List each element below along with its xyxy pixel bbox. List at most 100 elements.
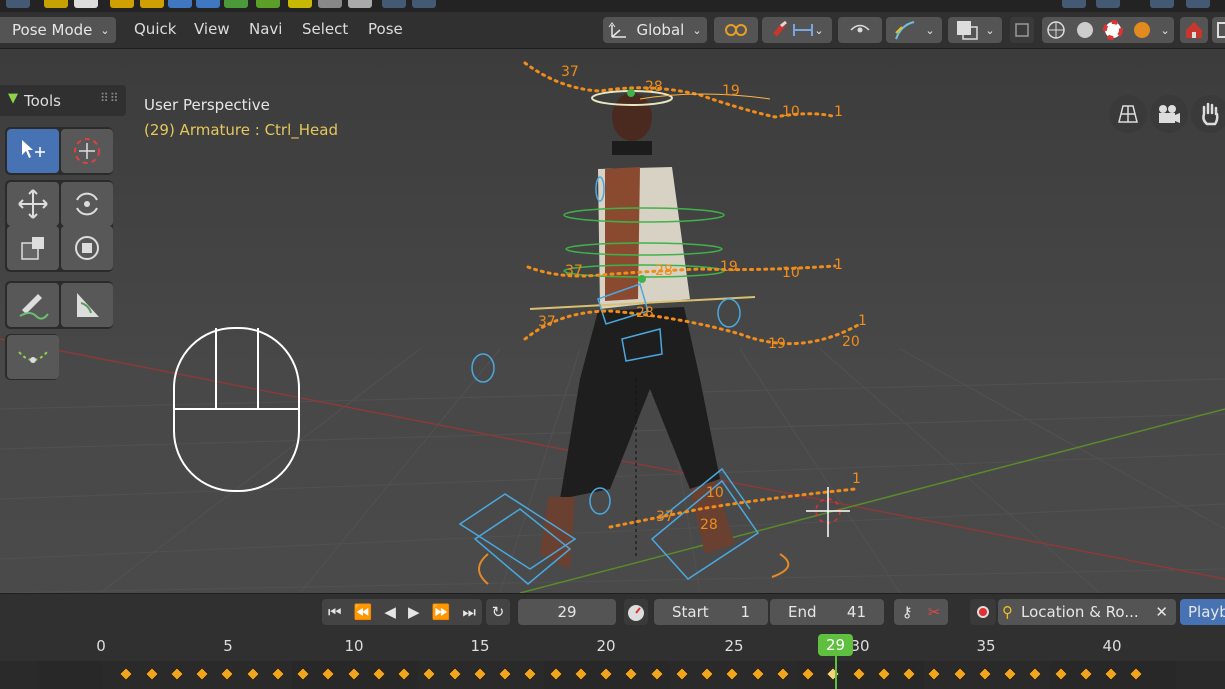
motion-path-label: 19 bbox=[720, 259, 738, 275]
keyframe-diamond[interactable] bbox=[927, 666, 942, 682]
solid-shading-icon[interactable] bbox=[1075, 20, 1095, 40]
menu-navi[interactable]: Navi bbox=[249, 20, 282, 38]
expand-triangle-icon: ▼ bbox=[8, 91, 18, 106]
file-icon[interactable] bbox=[44, 0, 68, 8]
jump-end-icon[interactable]: ⏭ bbox=[462, 603, 476, 621]
window-button[interactable] bbox=[1212, 17, 1225, 43]
save-icon[interactable] bbox=[196, 0, 220, 8]
pan-view-button[interactable] bbox=[1191, 95, 1225, 133]
3d-viewport[interactable]: 37 28 19 10 1 37 28 19 10 1 37 28 19 20 … bbox=[0, 49, 1225, 593]
keyframe-diamond[interactable] bbox=[699, 666, 715, 682]
drag-handle-icon[interactable]: ⠿⠿ bbox=[100, 91, 120, 105]
keyframe-diamond[interactable] bbox=[1028, 666, 1043, 682]
snapping-dropdown[interactable]: ⌄ bbox=[762, 17, 832, 43]
menu-view[interactable]: View bbox=[194, 20, 230, 38]
proportional-editing-dropdown[interactable] bbox=[838, 17, 882, 43]
keyframe-diamond[interactable] bbox=[725, 666, 740, 682]
keying-set-field[interactable]: ⚲ Location & Ro... ✕ bbox=[998, 599, 1176, 625]
insert-keyframe-icon[interactable]: ⚷ bbox=[902, 603, 913, 621]
start-frame-field[interactable]: Start 1 bbox=[654, 599, 768, 625]
overlays-dropdown[interactable]: ⌄ bbox=[948, 17, 1002, 43]
playback-controls: ⏮ ⏪ ◀ ▶ ⏩ ⏭ bbox=[322, 599, 482, 625]
auto-keying-toggle[interactable] bbox=[970, 599, 996, 625]
play-reverse-icon[interactable]: ◀ bbox=[384, 603, 396, 621]
scene-icon[interactable] bbox=[1062, 0, 1086, 8]
keyframe-diamond[interactable] bbox=[194, 666, 210, 682]
image-icon[interactable] bbox=[224, 0, 248, 8]
keyframe-diamond[interactable] bbox=[1002, 666, 1018, 682]
render-icon[interactable] bbox=[256, 0, 280, 8]
keyframe-diamond[interactable] bbox=[750, 666, 765, 682]
menu-pose[interactable]: Pose bbox=[368, 20, 403, 38]
keyframe-diamond[interactable] bbox=[422, 666, 437, 682]
keyframe-diamond[interactable] bbox=[144, 666, 159, 682]
keyframe-diamond[interactable] bbox=[169, 666, 184, 682]
workspace-tab[interactable] bbox=[6, 0, 30, 8]
home-button[interactable] bbox=[1180, 17, 1208, 43]
keyframe-diamond[interactable] bbox=[119, 666, 134, 682]
folder-icon[interactable] bbox=[140, 0, 164, 8]
measure-tool[interactable] bbox=[61, 283, 113, 327]
menu-quick[interactable]: Quick bbox=[134, 20, 176, 38]
camera-view-button[interactable] bbox=[1150, 95, 1188, 133]
chevron-down-icon: ⌄ bbox=[692, 23, 702, 37]
material-shading-icon[interactable] bbox=[1103, 20, 1124, 40]
gizmo-toggle[interactable]: ⌄ bbox=[886, 17, 942, 43]
keyframe-diamond[interactable] bbox=[220, 666, 235, 682]
keyframe-diamond[interactable] bbox=[472, 666, 487, 682]
menu-select[interactable]: Select bbox=[302, 20, 348, 38]
rotate-tool[interactable] bbox=[61, 182, 113, 226]
transform-tool[interactable] bbox=[61, 226, 113, 270]
scale-tool[interactable] bbox=[7, 226, 59, 270]
preview-range-toggle[interactable] bbox=[624, 599, 648, 625]
keyframe-diamond[interactable] bbox=[270, 666, 285, 682]
annotate-tool[interactable] bbox=[7, 283, 59, 327]
window-icon[interactable] bbox=[1186, 0, 1210, 8]
cursor-tool[interactable] bbox=[61, 129, 113, 173]
timeline-ruler[interactable]: 0 5 10 15 20 25 30 35 40 29 bbox=[0, 629, 1225, 661]
playback-menu[interactable]: Playb bbox=[1180, 599, 1225, 625]
relax-pose-tool[interactable] bbox=[7, 335, 59, 379]
jump-next-keyframe-icon[interactable]: ⏩ bbox=[432, 603, 451, 621]
keyframe-diamond[interactable] bbox=[523, 666, 538, 682]
rendered-shading-icon[interactable] bbox=[1132, 20, 1152, 40]
clear-icon[interactable]: ✕ bbox=[1155, 603, 1168, 621]
toggle-perspective-button[interactable] bbox=[1109, 95, 1147, 133]
new-icon[interactable] bbox=[74, 0, 98, 8]
settings-icon[interactable] bbox=[348, 0, 372, 8]
keyframe-track[interactable] bbox=[0, 661, 1225, 689]
pivot-point-dropdown[interactable] bbox=[714, 17, 758, 43]
keyframe-diamond[interactable] bbox=[497, 666, 513, 682]
jump-prev-keyframe-icon[interactable]: ⏪ bbox=[354, 603, 373, 621]
delete-keyframe-icon[interactable]: ✂ bbox=[928, 603, 941, 621]
save-icon[interactable] bbox=[168, 0, 192, 8]
jump-start-icon[interactable]: ⏮ bbox=[328, 603, 342, 621]
keyframe-diamond[interactable] bbox=[674, 666, 689, 682]
keyframe-diamond[interactable] bbox=[245, 666, 260, 682]
redo-icon[interactable] bbox=[412, 0, 436, 8]
xray-toggle[interactable] bbox=[1010, 17, 1034, 43]
wireframe-shading-icon[interactable] bbox=[1046, 20, 1066, 40]
current-frame-field[interactable]: 29 bbox=[518, 599, 616, 625]
keyframe-diamond[interactable] bbox=[775, 666, 790, 682]
undo-icon[interactable] bbox=[382, 0, 406, 8]
settings-icon[interactable] bbox=[318, 0, 342, 8]
move-tool[interactable] bbox=[7, 182, 59, 226]
select-box-tool[interactable] bbox=[7, 129, 59, 173]
keyframe-diamond[interactable] bbox=[977, 666, 992, 682]
gizmo-icon bbox=[895, 21, 915, 40]
transform-orientation-dropdown[interactable]: Global ⌄ bbox=[603, 17, 707, 43]
end-frame-field[interactable]: End 41 bbox=[770, 599, 884, 625]
play-icon[interactable]: ▶ bbox=[408, 603, 420, 621]
mode-selector[interactable]: Pose Mode ⌄ bbox=[0, 17, 116, 43]
keyframe-diamond[interactable] bbox=[447, 666, 462, 682]
motion-path-label: 28 bbox=[655, 263, 673, 279]
ruler-tick: 35 bbox=[976, 637, 996, 655]
folder-icon[interactable] bbox=[110, 0, 134, 8]
tools-panel-header[interactable]: ▼ Tools ⠿⠿ bbox=[0, 85, 126, 116]
view-layer-icon[interactable] bbox=[1096, 0, 1120, 8]
keyframe-diamond[interactable] bbox=[952, 666, 967, 682]
loop-toggle[interactable]: ↻ bbox=[486, 599, 510, 625]
render-icon[interactable] bbox=[288, 0, 312, 8]
view-layer-icon[interactable] bbox=[1150, 0, 1174, 8]
